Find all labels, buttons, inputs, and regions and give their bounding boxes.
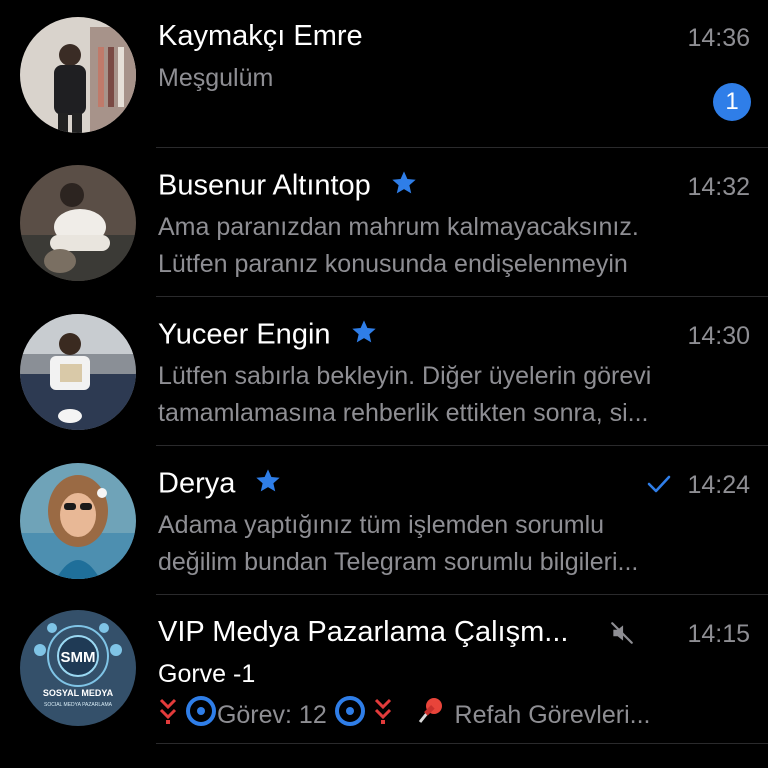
chat-time: 14:24 (687, 471, 750, 499)
chat-preview-line-1: Meşgulüm (158, 64, 274, 92)
chat-name: Busenur Altıntop (158, 169, 371, 202)
logo-text-smm: SMM (61, 649, 96, 666)
chat-name: VIP Medya Pazarlama Çalışm... (158, 616, 569, 648)
check-icon (646, 474, 672, 499)
refresh-icon (334, 695, 366, 738)
chat-preview-line-2: değilim bundan Telegram sorumlu bilgiler… (158, 548, 639, 576)
chat-preview-line: Görev: 12 Refah Görevleri... (158, 694, 748, 739)
unread-badge: 1 (713, 83, 751, 121)
star-icon (389, 169, 419, 205)
chat-name-with-star: Yuceer Engin (158, 318, 379, 354)
chat-preview-line-2: Lütfen paranız konusunda endişelenmeyin (158, 250, 628, 278)
avatar (20, 314, 136, 430)
avatar (20, 463, 136, 579)
chat-row-kaymakci-emre[interactable]: Kaymakçı Emre 14:36 Meşgulüm 1 (0, 0, 768, 148)
chat-row-busenur-altintop[interactable]: Busenur Altıntop 14:32 Ama paranızdan ma… (0, 149, 768, 297)
divider (156, 743, 768, 744)
divider (156, 147, 768, 148)
down-arrows-icon (373, 696, 393, 737)
chat-row-derya[interactable]: Derya 14:24 Adama yaptığınız tüm işlemde… (0, 447, 768, 595)
divider (156, 594, 768, 595)
star-icon (349, 318, 379, 354)
chat-name-with-star: Busenur Altıntop (158, 169, 419, 205)
chat-row-yuceer-engin[interactable]: Yuceer Engin 14:30 Lütfen sabırla bekley… (0, 298, 768, 446)
avatar: SMM SOSYAL MEDYA SOCIAL MEDYA PAZARLAMA (20, 610, 136, 726)
chat-time: 14:36 (687, 24, 750, 52)
avatar (20, 17, 136, 133)
chat-sender: Gorve -1 (158, 660, 256, 688)
divider (156, 445, 768, 446)
chat-time: 14:30 (687, 322, 750, 350)
star-icon (253, 467, 283, 503)
logo-text-line-1: SOSYAL MEDYA (43, 688, 114, 698)
divider (156, 296, 768, 297)
pushpin-icon (414, 694, 448, 739)
refah-text: Refah Görevleri... (454, 701, 651, 730)
chat-name-with-star: Derya (158, 467, 283, 503)
chat-preview-line-1: Lütfen sabırla bekleyin. Diğer üyelerin … (158, 362, 652, 390)
refresh-icon (185, 695, 217, 738)
down-arrows-icon (158, 696, 178, 737)
logo-text-line-2: SOCIAL MEDYA PAZARLAMA (44, 702, 113, 708)
chat-preview-line-1: Ama paranızdan mahrum kalmayacaksınız. (158, 213, 639, 241)
chat-preview-line-1: Adama yaptığınız tüm işlemden sorumlu (158, 511, 605, 539)
chat-preview-line-2: tamamlamasına rehberlik ettikten sonra, … (158, 399, 649, 427)
chat-row-vip-medya[interactable]: SMM SOSYAL MEDYA SOCIAL MEDYA PAZARLAMA … (0, 596, 768, 744)
avatar (20, 165, 136, 281)
task-count: Görev: 12 (216, 701, 327, 730)
chat-time: 14:15 (687, 620, 750, 648)
chat-name: Derya (158, 467, 236, 500)
chat-name: Yuceer Engin (158, 318, 331, 351)
chat-time: 14:32 (687, 173, 750, 201)
mute-icon (609, 620, 635, 651)
chat-name: Kaymakçı Emre (158, 20, 363, 52)
